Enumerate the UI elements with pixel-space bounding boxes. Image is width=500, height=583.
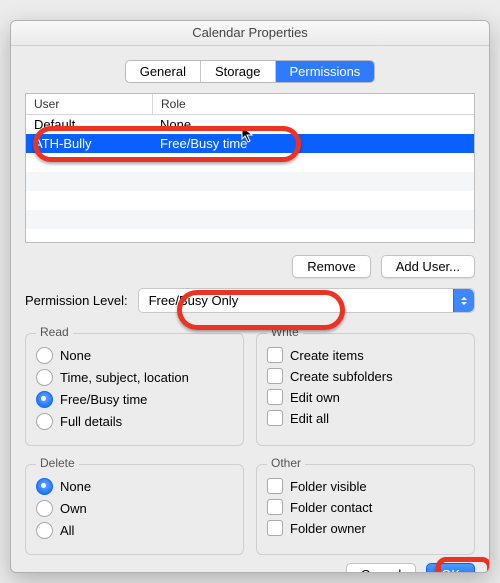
check-folder-owner[interactable]: Folder owner	[267, 520, 464, 536]
radio-read-free-busy-time[interactable]: Free/Busy time	[36, 391, 233, 408]
tab-general[interactable]: General	[126, 61, 201, 82]
cell-role: None	[152, 115, 474, 134]
cell-user: ATH-Bully	[26, 134, 152, 153]
check-folder-visible[interactable]: Folder visible	[267, 478, 464, 494]
radio-read-none[interactable]: None	[36, 347, 233, 364]
group-delete: Delete None Own All	[25, 464, 244, 555]
radio-read-full-details[interactable]: Full details	[36, 413, 233, 430]
check-create-items[interactable]: Create items	[267, 347, 464, 363]
permission-level-label: Permission Level:	[25, 293, 128, 308]
permission-level-value: Free/Busy Only	[149, 293, 239, 308]
window-title: Calendar Properties	[11, 21, 489, 46]
group-title: Delete	[36, 456, 79, 470]
add-user-button[interactable]: Add User...	[381, 255, 475, 278]
tab-permissions[interactable]: Permissions	[276, 61, 375, 82]
table-row[interactable]	[26, 153, 474, 172]
check-edit-own[interactable]: Edit own	[267, 389, 464, 405]
cancel-button[interactable]: Cancel	[346, 563, 416, 573]
column-header-user[interactable]: User	[26, 94, 153, 114]
radio-delete-none[interactable]: None	[36, 478, 233, 495]
radio-delete-all[interactable]: All	[36, 522, 233, 539]
column-header-role[interactable]: Role	[153, 94, 474, 114]
check-edit-all[interactable]: Edit all	[267, 410, 464, 426]
tab-storage[interactable]: Storage	[201, 61, 276, 82]
tab-bar: General Storage Permissions	[11, 60, 489, 83]
permissions-table[interactable]: User Role Default None ATH-Bully Free/Bu…	[25, 93, 475, 243]
check-create-subfolders[interactable]: Create subfolders	[267, 368, 464, 384]
radio-read-time-subject-location[interactable]: Time, subject, location	[36, 369, 233, 386]
group-title: Other	[267, 456, 305, 470]
group-title: Read	[36, 325, 73, 339]
table-row[interactable]	[26, 210, 474, 229]
permission-level-select[interactable]: Free/Busy Only	[138, 288, 475, 313]
table-row[interactable]	[26, 172, 474, 191]
group-other: Other Folder visible Folder contact Fold…	[256, 464, 475, 555]
group-read: Read None Time, subject, location Free/B…	[25, 333, 244, 446]
group-title: Write	[267, 325, 303, 339]
check-folder-contact[interactable]: Folder contact	[267, 499, 464, 515]
group-write: Write Create items Create subfolders Edi…	[256, 333, 475, 446]
table-row[interactable]	[26, 191, 474, 210]
chevron-updown-icon	[453, 289, 474, 312]
radio-delete-own[interactable]: Own	[36, 500, 233, 517]
cell-user: Default	[26, 115, 152, 134]
ok-button[interactable]: OK	[426, 563, 475, 573]
cursor-icon	[241, 125, 255, 143]
segmented-control: General Storage Permissions	[125, 60, 376, 83]
remove-button[interactable]: Remove	[292, 255, 370, 278]
cell-role: Free/Busy time	[152, 134, 474, 153]
window: Calendar Properties General Storage Perm…	[10, 20, 490, 573]
